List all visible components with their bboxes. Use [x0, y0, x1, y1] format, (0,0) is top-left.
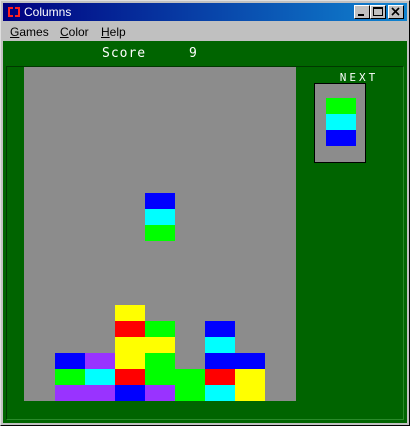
- stacked-jewel: [115, 305, 145, 321]
- menu-color-rest: olor: [68, 25, 89, 39]
- stacked-jewel: [145, 369, 175, 385]
- stacked-jewel: [235, 369, 265, 385]
- maximize-button[interactable]: [370, 5, 386, 19]
- menu-color[interactable]: Color: [60, 25, 89, 39]
- stacked-jewel: [115, 385, 145, 401]
- menu-games-mnemonic: G: [10, 25, 20, 39]
- score-label: Score: [102, 46, 147, 61]
- title-bar[interactable]: Columns: [3, 3, 407, 21]
- falling-piece-cell: [145, 209, 175, 225]
- stacked-jewel: [145, 353, 175, 369]
- next-piece-cell: [326, 98, 356, 114]
- stacked-jewel: [205, 353, 235, 369]
- stacked-jewel: [235, 353, 265, 369]
- falling-piece-cell: [145, 225, 175, 241]
- columns-window: Columns Games Color Help Score 9 NEXT: [0, 0, 410, 426]
- stacked-jewel: [115, 337, 145, 353]
- stacked-jewel: [55, 369, 85, 385]
- stacked-jewel: [145, 337, 175, 353]
- minimize-button[interactable]: [354, 5, 370, 19]
- close-icon: [391, 7, 400, 16]
- stacked-jewel: [205, 369, 235, 385]
- stacked-jewel: [55, 353, 85, 369]
- game-area: Score 9 NEXT: [3, 41, 407, 423]
- window-title: Columns: [24, 5, 72, 19]
- stacked-jewel: [85, 353, 115, 369]
- stacked-jewel: [205, 385, 235, 401]
- stacked-jewel: [85, 369, 115, 385]
- columns-app-icon[interactable]: [6, 4, 22, 20]
- stacked-jewel: [175, 369, 205, 385]
- next-piece-cell: [326, 114, 356, 130]
- menu-help-mnemonic: H: [101, 25, 110, 39]
- menu-color-mnemonic: C: [60, 25, 69, 39]
- stacked-jewel: [55, 385, 85, 401]
- stacked-jewel: [115, 353, 145, 369]
- stacked-jewel: [115, 321, 145, 337]
- stacked-jewel: [175, 385, 205, 401]
- next-piece-preview: [314, 83, 366, 163]
- menu-games-rest: ames: [19, 25, 49, 39]
- minimize-icon: [358, 14, 364, 16]
- menu-games[interactable]: Games: [10, 25, 49, 39]
- stacked-jewel: [85, 385, 115, 401]
- stacked-jewel: [115, 369, 145, 385]
- menu-help[interactable]: Help: [101, 25, 126, 39]
- game-board[interactable]: [24, 67, 296, 401]
- menu-help-rest: elp: [109, 25, 126, 39]
- falling-piece-cell: [145, 193, 175, 209]
- next-piece-cell: [326, 130, 356, 146]
- stacked-jewel: [235, 385, 265, 401]
- stacked-jewel: [145, 321, 175, 337]
- maximize-icon: [373, 7, 383, 16]
- score-value: 9: [189, 46, 197, 61]
- stacked-jewel: [205, 337, 235, 353]
- close-button[interactable]: [388, 5, 404, 19]
- stacked-jewel: [145, 385, 175, 401]
- stacked-jewel: [205, 321, 235, 337]
- menu-bar: Games Color Help: [3, 22, 407, 41]
